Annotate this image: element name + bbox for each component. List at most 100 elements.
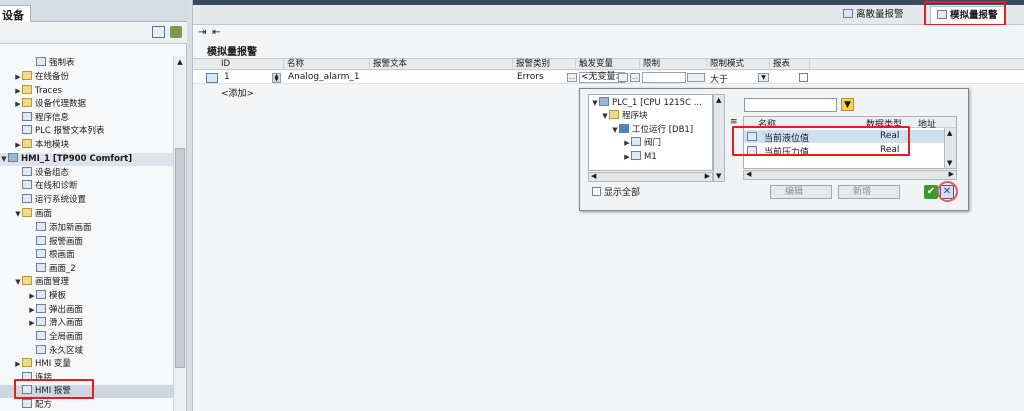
col-name[interactable]: 名称 xyxy=(284,59,370,70)
list-col-address[interactable]: 地址 xyxy=(918,117,936,130)
row-spinner-icon[interactable]: ▲ ▼ xyxy=(272,73,281,83)
tree-item-traces[interactable]: ▶ Traces xyxy=(14,85,62,98)
export-icon[interactable]: ⇥ xyxy=(198,27,206,38)
tree-item-force-table[interactable]: 强制表 xyxy=(36,57,75,70)
popup-list-vscroll[interactable]: ▲ ▼ xyxy=(944,128,956,168)
tree-item-proxy-data[interactable]: ▶ 设备代理数据 xyxy=(14,98,86,111)
expand-arrow-icon[interactable]: ▶ xyxy=(14,98,22,111)
col-limit-mode[interactable]: 限制模式 xyxy=(707,59,770,70)
tree-item-slidein-screens[interactable]: ▶ 滑入画面 xyxy=(28,317,83,330)
struct-icon xyxy=(631,151,641,160)
row-name[interactable]: Analog_alarm_1 xyxy=(288,72,360,82)
popup-tree-plc1[interactable]: ▼ PLC_1 [CPU 1215C ... xyxy=(591,97,702,110)
tree-item-screen-2[interactable]: 画面_2 xyxy=(36,263,76,276)
filter-icon[interactable]: ▼ xyxy=(841,98,854,111)
popup-filter-input[interactable] xyxy=(744,98,837,112)
scroll-right-icon[interactable]: ▶ xyxy=(949,170,954,178)
tree-item-online-backup[interactable]: ▶ 在线备份 xyxy=(14,71,69,84)
tree-item-local-modules[interactable]: ▶ 本地模块 xyxy=(14,139,69,152)
row-logging-checkbox[interactable] xyxy=(799,73,808,82)
collapse-arrow-icon[interactable]: ▼ xyxy=(14,208,22,221)
scroll-down-icon[interactable]: ▼ xyxy=(947,159,952,167)
scroll-right-icon[interactable]: ▶ xyxy=(705,172,710,180)
tree-item-global-screen[interactable]: 全局画面 xyxy=(36,331,83,344)
col-id[interactable]: ID xyxy=(218,59,284,70)
expand-arrow-icon[interactable]: ▶ xyxy=(28,317,36,330)
col-limit[interactable]: 限制 xyxy=(640,59,707,70)
edit-button[interactable]: 编辑 xyxy=(770,185,832,199)
expand-arrow-icon[interactable]: ▶ xyxy=(14,85,22,98)
tree-item-hmi-tags[interactable]: ▶ HMI 变量 xyxy=(14,358,71,371)
tree-item-alarm-text-list[interactable]: PLC 报警文本列表 xyxy=(22,125,105,138)
scroll-up-icon[interactable]: ▲ xyxy=(947,129,952,137)
col-logging[interactable]: 报表 xyxy=(770,59,810,70)
tree-item-hmi1[interactable]: ▼ HMI_1 [TP900 Comfort] xyxy=(0,153,173,166)
expand-arrow-icon[interactable]: ▶ xyxy=(28,290,36,303)
new-button[interactable]: 新增 xyxy=(838,185,900,199)
tree-item-program-info[interactable]: 程序信息 xyxy=(22,112,69,125)
show-all-checkbox[interactable]: 显示全部 xyxy=(592,187,640,199)
col-trigger-tag[interactable]: 触发变量 xyxy=(576,59,640,70)
row-trigger-browse-icon[interactable] xyxy=(618,73,628,82)
scroll-down-icon[interactable]: ▼ xyxy=(716,172,721,180)
row-class-browse-icon[interactable]: … xyxy=(567,73,577,82)
popup-list-hscroll[interactable]: ◀ ▶ xyxy=(743,170,957,180)
tool-icon[interactable] xyxy=(170,26,182,38)
collapse-arrow-icon[interactable]: ▼ xyxy=(591,97,599,110)
folder-icon xyxy=(22,71,32,80)
tree-item-templates[interactable]: ▶ 模板 xyxy=(28,290,66,303)
row-mode-dropdown-icon[interactable]: ▼ xyxy=(758,73,769,82)
expand-arrow-icon[interactable]: ▶ xyxy=(14,139,22,152)
scroll-up-icon[interactable]: ▲ xyxy=(716,96,721,104)
collapse-arrow-icon[interactable]: ▼ xyxy=(611,124,619,137)
expand-arrow-icon[interactable]: ▶ xyxy=(623,151,631,164)
tree-item-screens[interactable]: ▼ 画面 xyxy=(14,208,52,221)
row-trigger-more-icon[interactable]: … xyxy=(630,73,640,82)
expand-arrow-icon[interactable]: ▶ xyxy=(623,137,631,150)
add-row[interactable]: <添加> xyxy=(221,86,254,99)
screen-icon xyxy=(36,345,46,354)
row-limit-input[interactable] xyxy=(642,72,686,83)
row-alarm-class[interactable]: Errors xyxy=(517,72,544,82)
tree-item-popup-screens[interactable]: ▶ 弹出画面 xyxy=(28,304,83,317)
table-view-icon[interactable] xyxy=(152,26,165,38)
left-scrollbar[interactable]: ▲ xyxy=(173,56,186,411)
scroll-left-icon[interactable]: ◀ xyxy=(591,172,596,180)
tree-item-screen-mgmt[interactable]: ▼ 画面管理 xyxy=(14,276,69,289)
scroll-thumb[interactable] xyxy=(175,148,185,368)
row-limit-type-icon[interactable] xyxy=(687,73,705,82)
popup-tree-vscroll[interactable]: ▲ ▼ xyxy=(713,94,725,182)
popup-tree-m1[interactable]: ▶ M1 xyxy=(623,151,657,164)
expand-arrow-icon[interactable]: ▶ xyxy=(28,304,36,317)
popup-tree-hscroll[interactable]: ◀ ▶ xyxy=(588,172,713,182)
popup-tree-db1[interactable]: ▼ 工位运行 [DB1] xyxy=(611,124,693,137)
tree-item-permanent-area[interactable]: 永久区域 xyxy=(36,345,83,358)
confirm-check-icon[interactable]: ✔ xyxy=(924,185,938,199)
collapse-arrow-icon[interactable]: ▼ xyxy=(601,110,609,123)
tree-item-online-diag[interactable]: 在线和诊断 xyxy=(22,180,78,193)
row-limit-mode[interactable]: 大于 xyxy=(710,72,728,85)
col-alarm-class[interactable]: 报警类别 xyxy=(513,59,576,70)
popup-tree-valve[interactable]: ▶ 阀门 xyxy=(623,137,661,150)
tree-item-device-config[interactable]: 设备组态 xyxy=(22,167,69,180)
screen-icon xyxy=(36,249,46,258)
collapse-arrow-icon[interactable]: ▼ xyxy=(14,276,22,289)
col-alarm-text[interactable]: 报警文本 xyxy=(370,59,513,70)
tree-item-alarm-screen[interactable]: 报警画面 xyxy=(36,236,83,249)
tree-item-root-screen[interactable]: 根画面 xyxy=(36,249,75,262)
import-icon[interactable]: ⇤ xyxy=(212,27,220,38)
tab-discrete-alarms[interactable]: 离散量报警 xyxy=(837,7,910,24)
alarm-table-header: ID 名称 报警文本 报警类别 触发变量 限制 限制模式 报表 xyxy=(193,58,1024,70)
tree-item-runtime-settings[interactable]: 运行系统设置 xyxy=(22,194,86,207)
scroll-left-icon[interactable]: ◀ xyxy=(746,170,751,178)
expand-arrow-icon[interactable]: ▶ xyxy=(14,71,22,84)
expand-arrow-icon[interactable]: ▶ xyxy=(14,358,22,371)
collapse-arrow-icon[interactable]: ▼ xyxy=(0,153,8,166)
tree-item-recipes[interactable]: 配方 xyxy=(22,399,52,411)
popup-tree-program-blocks[interactable]: ▼ 程序块 xyxy=(601,110,648,123)
scroll-up-icon[interactable]: ▲ xyxy=(175,57,185,67)
plc-icon xyxy=(599,97,609,106)
show-all-box[interactable] xyxy=(592,187,601,196)
table-row[interactable]: 1 ▲ ▼ Analog_alarm_1 Errors … <无变量> … 大于 … xyxy=(193,71,1024,85)
tree-item-add-screen[interactable]: 添加新画面 xyxy=(36,222,92,235)
